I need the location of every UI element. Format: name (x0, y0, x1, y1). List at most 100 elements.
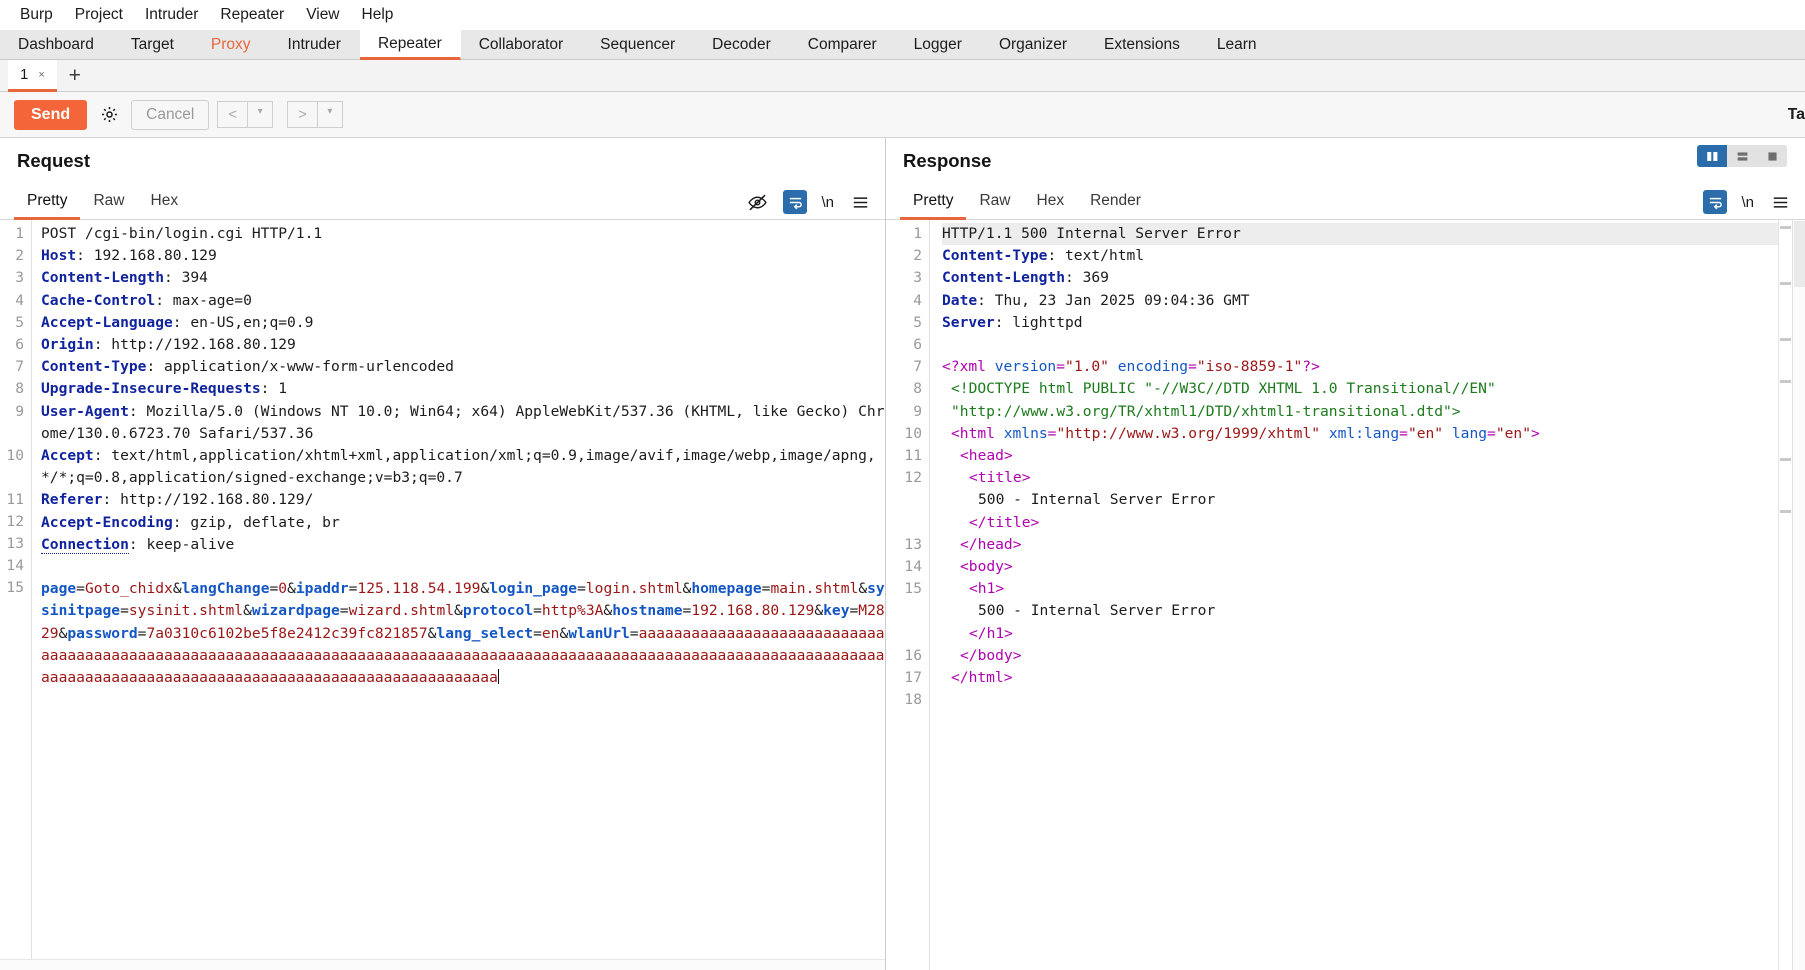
tab-collaborator[interactable]: Collaborator (461, 30, 582, 59)
code-line[interactable]: Date: Thu, 23 Jan 2025 09:04:36 GMT (942, 290, 1805, 312)
tab-decoder[interactable]: Decoder (694, 30, 790, 59)
request-tab-pretty[interactable]: Pretty (14, 192, 81, 220)
request-tab-hex[interactable]: Hex (138, 192, 192, 220)
code-line[interactable]: Host: 192.168.80.129 (41, 245, 885, 267)
code-line[interactable]: page=Goto_chidx&langChange=0&ipaddr=125.… (41, 578, 885, 689)
split-horizontal-view-button[interactable] (1727, 145, 1757, 167)
menu-item-burp[interactable]: Burp (9, 4, 64, 26)
code-token: ipaddr (295, 580, 349, 598)
next-request-button[interactable]: > (287, 101, 317, 128)
code-line[interactable]: Accept-Encoding: gzip, deflate, br (41, 512, 885, 534)
repeater-tab-1[interactable]: 1 × (8, 60, 57, 92)
code-line[interactable]: User-Agent: Mozilla/5.0 (Windows NT 10.0… (41, 401, 885, 445)
code-line[interactable]: </html> (942, 667, 1805, 689)
next-request-dropdown[interactable]: ▾ (316, 101, 343, 128)
code-line[interactable]: <?xml version="1.0" encoding="iso-8859-1… (942, 356, 1805, 378)
word-wrap-icon[interactable] (783, 190, 808, 214)
code-line[interactable] (942, 334, 1805, 356)
menu-item-repeater[interactable]: Repeater (209, 4, 295, 26)
code-line[interactable] (942, 689, 1805, 711)
prev-request-button[interactable]: < (217, 101, 248, 128)
tab-extensions[interactable]: Extensions (1086, 30, 1199, 59)
code-line[interactable]: Accept-Language: en-US,en;q=0.9 (41, 312, 885, 334)
newline-icon[interactable]: \n (821, 194, 834, 211)
menu-icon[interactable] (848, 190, 872, 214)
code-line[interactable]: </body> (942, 645, 1805, 667)
response-code[interactable]: HTTP/1.1 500 Internal Server Error Conten… (930, 220, 1805, 970)
scrollbar-thumb[interactable] (1794, 221, 1805, 287)
tab-learn[interactable]: Learn (1199, 30, 1276, 59)
single-pane-view-button[interactable] (1757, 145, 1787, 167)
response-vscrollbar[interactable] (1792, 220, 1805, 970)
tab-proxy[interactable]: Proxy (193, 30, 270, 59)
code-line[interactable]: Referer: http://192.168.80.129/ (41, 489, 885, 511)
cancel-button[interactable]: Cancel (131, 99, 210, 130)
add-tab-button[interactable]: + (57, 60, 93, 91)
newline-icon[interactable]: \n (1741, 194, 1754, 211)
code-line[interactable]: </head> (942, 534, 1805, 556)
menu-item-intruder[interactable]: Intruder (134, 4, 209, 26)
response-tab-render[interactable]: Render (1077, 192, 1154, 220)
code-line[interactable]: Connection: keep-alive (41, 534, 885, 556)
menu-item-help[interactable]: Help (351, 4, 405, 26)
eye-slash-icon[interactable] (745, 190, 769, 214)
request-editor[interactable]: 1 2 3 4 5 6 7 8 9 10 11 12 13 14 15 POST /cgi-bin/logi… (0, 220, 885, 959)
response-tab-raw[interactable]: Raw (966, 192, 1023, 220)
response-tab-hex[interactable]: Hex (1024, 192, 1078, 220)
code-line[interactable]: Content-Length: 394 (41, 267, 885, 289)
request-hscrollbar[interactable] (0, 959, 885, 970)
line-number: 14 (6, 557, 24, 575)
word-wrap-icon[interactable] (1703, 190, 1728, 214)
tab-logger[interactable]: Logger (896, 30, 981, 59)
tab-dashboard[interactable]: Dashboard (0, 30, 113, 59)
code-line[interactable]: 500 - Internal Server Error (942, 600, 1805, 622)
split-vertical-view-button[interactable] (1697, 145, 1727, 167)
menu-item-project[interactable]: Project (64, 4, 134, 26)
main-tab-bar: Dashboard Target Proxy Intruder Repeater Coll… (0, 30, 1805, 60)
code-line[interactable]: Upgrade-Insecure-Requests: 1 (41, 378, 885, 400)
close-icon[interactable]: × (38, 69, 44, 81)
code-token: "http://www.w3.org/TR/xhtml1/DTD/xhtml1-… (951, 402, 1461, 420)
request-tab-raw[interactable]: Raw (80, 192, 137, 220)
gear-icon[interactable] (95, 101, 123, 129)
send-button[interactable]: Send (14, 99, 88, 130)
code-token: <?xml (942, 358, 995, 376)
code-line[interactable]: <h1> (942, 578, 1805, 600)
code-line[interactable]: Origin: http://192.168.80.129 (41, 334, 885, 356)
code-line[interactable]: POST /cgi-bin/login.cgi HTTP/1.1 (41, 223, 885, 245)
tab-intruder[interactable]: Intruder (270, 30, 360, 59)
response-tab-pretty[interactable]: Pretty (900, 192, 967, 220)
code-token: : lighttpd (994, 313, 1083, 331)
code-token: : http://192.168.80.129 (93, 336, 296, 354)
tab-sequencer[interactable]: Sequencer (582, 30, 694, 59)
code-line[interactable]: <!DOCTYPE html PUBLIC "-//W3C//DTD XHTML… (942, 378, 1805, 400)
tab-comparer[interactable]: Comparer (790, 30, 896, 59)
response-editor[interactable]: 1 2 3 4 5 6 7 8 9 10 11 12 13 14 15 16 17 18 HTTP/1.1 5… (886, 220, 1805, 970)
code-line[interactable]: Server: lighttpd (942, 312, 1805, 334)
code-line[interactable]: Cache-Control: max-age=0 (41, 290, 885, 312)
code-line[interactable] (41, 556, 885, 578)
menu-icon[interactable] (1768, 190, 1792, 214)
code-line[interactable]: Accept: text/html,application/xhtml+xml,… (41, 445, 885, 489)
code-line[interactable]: HTTP/1.1 500 Internal Server Error (942, 223, 1805, 246)
request-code[interactable]: POST /cgi-bin/login.cgi HTTP/1.1 Host: 19… (32, 220, 885, 959)
code-token: & (287, 580, 296, 598)
tab-organizer[interactable]: Organizer (981, 30, 1086, 59)
code-line[interactable]: "http://www.w3.org/TR/xhtml1/DTD/xhtml1-… (942, 401, 1805, 423)
code-line[interactable]: Content-Length: 369 (942, 267, 1805, 289)
code-line[interactable]: </h1> (942, 623, 1805, 645)
menu-item-view[interactable]: View (295, 4, 350, 26)
code-line[interactable]: <head> (942, 445, 1805, 467)
code-line[interactable]: 500 - Internal Server Error (942, 489, 1805, 511)
tab-target[interactable]: Target (113, 30, 193, 59)
code-line[interactable]: <html xmlns = "http://www.w3.org/1999/xhtm… (942, 423, 1805, 445)
code-line[interactable]: <title> (942, 467, 1805, 489)
prev-request-dropdown[interactable]: ▾ (247, 101, 274, 128)
code-line[interactable]: Content-Type: application/x-www-form-url… (41, 356, 885, 378)
code-line[interactable]: </title> (942, 512, 1805, 534)
tab-repeater[interactable]: Repeater (359, 30, 461, 60)
code-token: Content-Type (41, 358, 147, 376)
code-token: Content-Length (942, 269, 1066, 287)
code-line[interactable]: Content-Type: text/html (942, 245, 1805, 267)
code-line[interactable]: <body> (942, 556, 1805, 578)
